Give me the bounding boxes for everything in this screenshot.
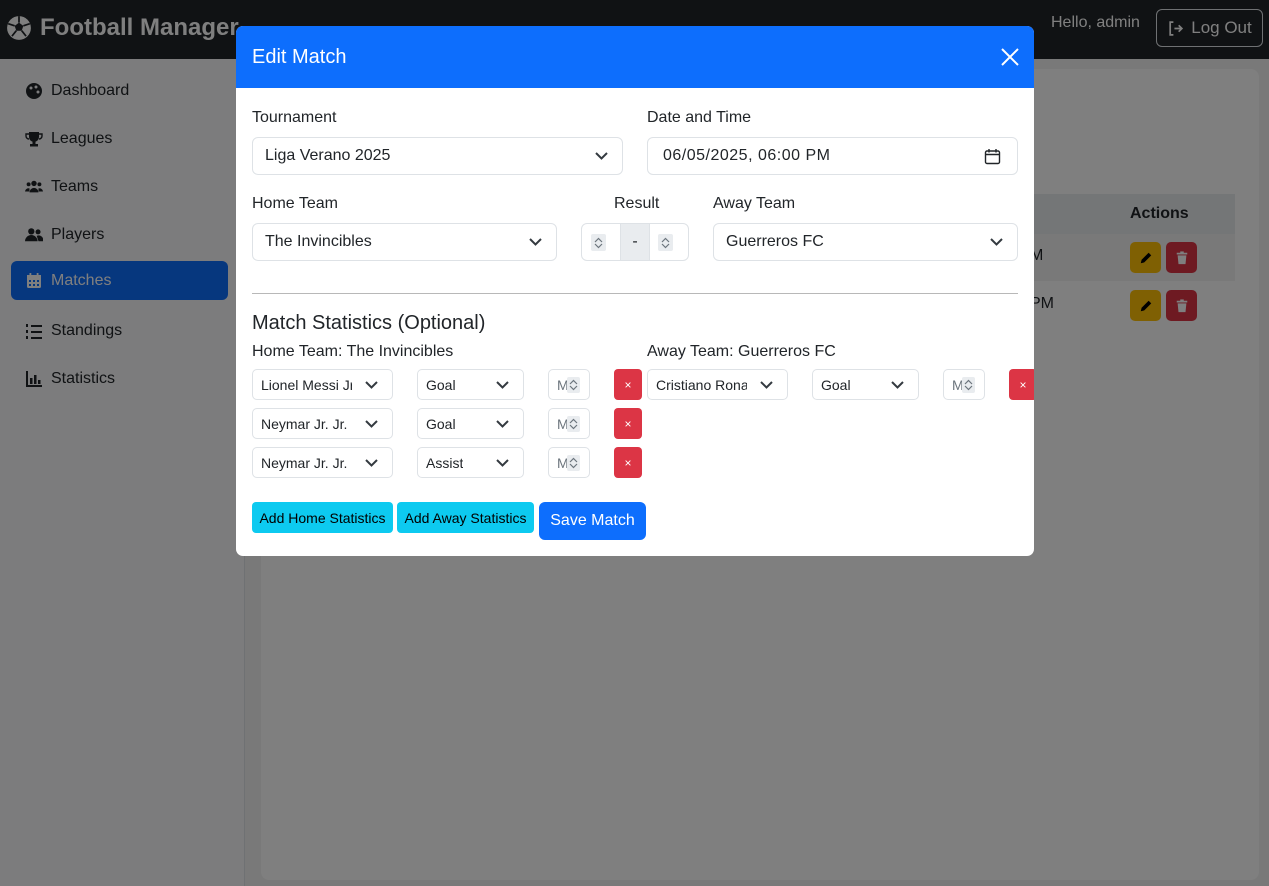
divider	[252, 293, 1018, 294]
chevron-down-icon	[365, 419, 378, 429]
close-icon	[1001, 48, 1019, 66]
datetime-input[interactable]: 06/05/2025, 06:00 PM	[647, 137, 1018, 175]
player-value: Cristiano Ronaldo	[656, 376, 747, 393]
close-button[interactable]	[1000, 47, 1020, 67]
add-away-statistics-button[interactable]: Add Away Statistics	[397, 502, 534, 533]
home-team-label: Home Team	[252, 195, 338, 212]
chevron-down-icon	[365, 380, 378, 390]
datetime-value: 06/05/2025, 06:00 PM	[663, 147, 831, 164]
player-value: Lionel Messi Jr.	[261, 376, 352, 393]
remove-stat-button[interactable]: ×	[614, 447, 642, 478]
spinner-icon[interactable]	[567, 455, 580, 471]
spinner-icon[interactable]	[567, 377, 580, 393]
away-score-input[interactable]	[650, 224, 688, 260]
save-match-button[interactable]: Save Match	[539, 502, 646, 540]
remove-stat-button[interactable]: ×	[614, 408, 642, 439]
tournament-label: Tournament	[252, 109, 337, 126]
chevron-down-icon	[496, 419, 509, 429]
away-team-value: Guerreros FC	[726, 233, 824, 250]
spinner-icon[interactable]	[591, 234, 606, 251]
result-separator: -	[619, 224, 651, 260]
chevron-down-icon	[496, 380, 509, 390]
tournament-select[interactable]: Liga Verano 2025	[252, 137, 623, 175]
modal-title: Edit Match	[252, 45, 347, 68]
chevron-down-icon	[760, 380, 773, 390]
add-home-statistics-button[interactable]: Add Home Statistics	[252, 502, 393, 533]
chevron-down-icon	[990, 237, 1003, 247]
stat-type-value: Goal	[821, 376, 851, 393]
tournament-value: Liga Verano 2025	[265, 147, 391, 164]
home-team-select[interactable]: The Invincibles	[252, 223, 557, 261]
chevron-down-icon	[529, 237, 542, 247]
spinner-icon[interactable]	[567, 416, 580, 432]
away-stat-player-select[interactable]: Cristiano Ronaldo	[647, 369, 788, 400]
home-stat-type-select[interactable]: Goal	[417, 408, 524, 439]
chevron-down-icon	[891, 380, 904, 390]
stat-type-value: Goal	[426, 415, 456, 432]
away-stats-label: Away Team: Guerreros FC	[647, 343, 836, 360]
away-team-label: Away Team	[713, 195, 796, 212]
remove-stat-button[interactable]: ×	[1009, 369, 1034, 400]
minute-input[interactable]: Min	[548, 408, 590, 439]
away-team-select[interactable]: Guerreros FC	[713, 223, 1018, 261]
chevron-down-icon	[365, 458, 378, 468]
home-stat-type-select[interactable]: Assist	[417, 447, 524, 478]
away-stat-type-select[interactable]: Goal	[812, 369, 919, 400]
calendar-icon[interactable]	[984, 148, 1001, 165]
stat-type-value: Goal	[426, 376, 456, 393]
home-stat-player-select[interactable]: Lionel Messi Jr.	[252, 369, 393, 400]
home-stat-type-select[interactable]: Goal	[417, 369, 524, 400]
home-score-input[interactable]	[582, 224, 620, 260]
remove-stat-button[interactable]: ×	[614, 369, 642, 400]
home-team-value: The Invincibles	[265, 233, 372, 250]
home-stat-player-select[interactable]: Neymar Jr. Jr. (#	[252, 408, 393, 439]
player-value: Neymar Jr. Jr. (#	[261, 415, 352, 432]
edit-match-modal: Edit Match Tournament Liga Verano 2025 D…	[236, 26, 1034, 556]
datetime-label: Date and Time	[647, 109, 752, 126]
modal-header: Edit Match	[236, 26, 1034, 88]
home-stats-label: Home Team: The Invincibles	[252, 343, 454, 360]
player-value: Neymar Jr. Jr. (#	[261, 454, 352, 471]
minute-input[interactable]: Min	[548, 447, 590, 478]
home-stat-player-select[interactable]: Neymar Jr. Jr. (#	[252, 447, 393, 478]
spinner-icon[interactable]	[658, 234, 674, 251]
spinner-icon[interactable]	[962, 377, 975, 393]
chevron-down-icon	[595, 151, 608, 161]
stats-section-title: Match Statistics (Optional)	[252, 312, 486, 334]
chevron-down-icon	[496, 458, 509, 468]
minute-input[interactable]: Min	[943, 369, 985, 400]
stat-type-value: Assist	[426, 454, 464, 471]
result-input-group: -	[581, 223, 689, 261]
minute-input[interactable]: Min	[548, 369, 590, 400]
result-label: Result	[614, 195, 660, 212]
